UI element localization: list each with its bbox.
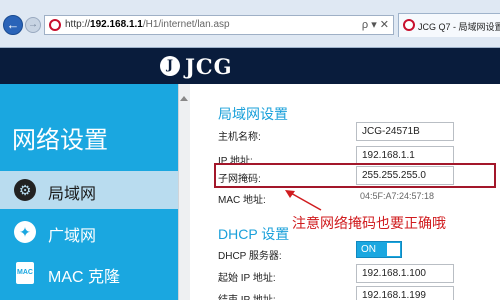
- dhcp-server-label: DHCP 服务器:: [218, 251, 282, 262]
- address-tools-icons[interactable]: ρ ▾ ✕: [362, 18, 389, 31]
- toggle-state-label: ON: [361, 244, 376, 255]
- end-ip-label: 结束 IP 地址:: [218, 291, 276, 300]
- end-ip-input[interactable]: 192.168.1.199: [356, 286, 454, 300]
- dhcp-section-title: DHCP 设置: [218, 226, 290, 242]
- url-text: http://192.168.1.1/H1/internet/lan.asp: [65, 19, 230, 30]
- browser-toolbar: ← → http://192.168.1.1/H1/internet/lan.a…: [0, 0, 500, 48]
- url-scheme: http://: [65, 19, 91, 30]
- start-ip-label: 起始 IP 地址:: [218, 273, 276, 284]
- logo-text: JCG: [185, 54, 233, 79]
- back-arrow-icon[interactable]: ←: [3, 15, 23, 35]
- sidebar-item-wan[interactable]: ✦ 广域网: [0, 213, 178, 251]
- hostname-input[interactable]: JCG-24571B: [356, 122, 454, 141]
- address-bar[interactable]: http://192.168.1.1/H1/internet/lan.asp ρ…: [44, 15, 394, 35]
- tab-title: JCG Q7 - 局域网设置: [418, 22, 500, 32]
- router-header: J JCG: [0, 48, 500, 84]
- site-favicon-icon: [49, 19, 61, 31]
- scrollbar[interactable]: [178, 84, 190, 300]
- scroll-up-icon[interactable]: [180, 96, 188, 101]
- sidebar-item-label: 局域网: [48, 186, 97, 203]
- mac-card-icon: MAC: [16, 262, 34, 284]
- url-path: /H1/internet/lan.asp: [142, 19, 230, 30]
- gear-icon: ⚙: [14, 179, 36, 201]
- netmask-highlight-box: [214, 163, 496, 188]
- hostname-label: 主机名称:: [218, 132, 261, 143]
- tab-favicon-icon: [403, 19, 415, 31]
- url-host: 192.168.1.1: [90, 19, 143, 30]
- jcg-emblem-icon: J: [160, 56, 180, 76]
- toggle-knob: [387, 243, 400, 256]
- sidebar-item-label: MAC 克隆: [48, 269, 121, 286]
- annotation-arrow-icon: [285, 190, 322, 211]
- sidebar-item-mac-clone[interactable]: MAC MAC 克隆: [0, 254, 178, 292]
- browser-tab[interactable]: JCG Q7 - 局域网设置: [398, 13, 500, 37]
- sidebar: 网络设置 ⚙ 局域网 ✦ 广域网 MAC MAC 克隆: [0, 84, 178, 300]
- mac-address-label: MAC 地址:: [218, 195, 266, 206]
- mac-address-value: 04:5F:A7:24:57:18: [360, 191, 435, 201]
- lan-settings-panel: 局域网设置 主机名称: JCG-24571B IP 地址: 192.168.1.…: [190, 84, 500, 300]
- sidebar-item-lan[interactable]: ⚙ 局域网: [0, 171, 178, 209]
- sidebar-title: 网络设置: [12, 127, 108, 154]
- lan-section-title: 局域网设置: [218, 106, 288, 122]
- annotation-note: 注意网络掩码也要正确哦: [292, 215, 446, 231]
- dhcp-server-toggle[interactable]: ON: [356, 241, 402, 258]
- start-ip-input[interactable]: 192.168.1.100: [356, 264, 454, 283]
- sidebar-item-label: 广域网: [48, 228, 97, 245]
- forward-arrow-icon[interactable]: →: [25, 17, 41, 33]
- globe-icon: ✦: [14, 221, 36, 243]
